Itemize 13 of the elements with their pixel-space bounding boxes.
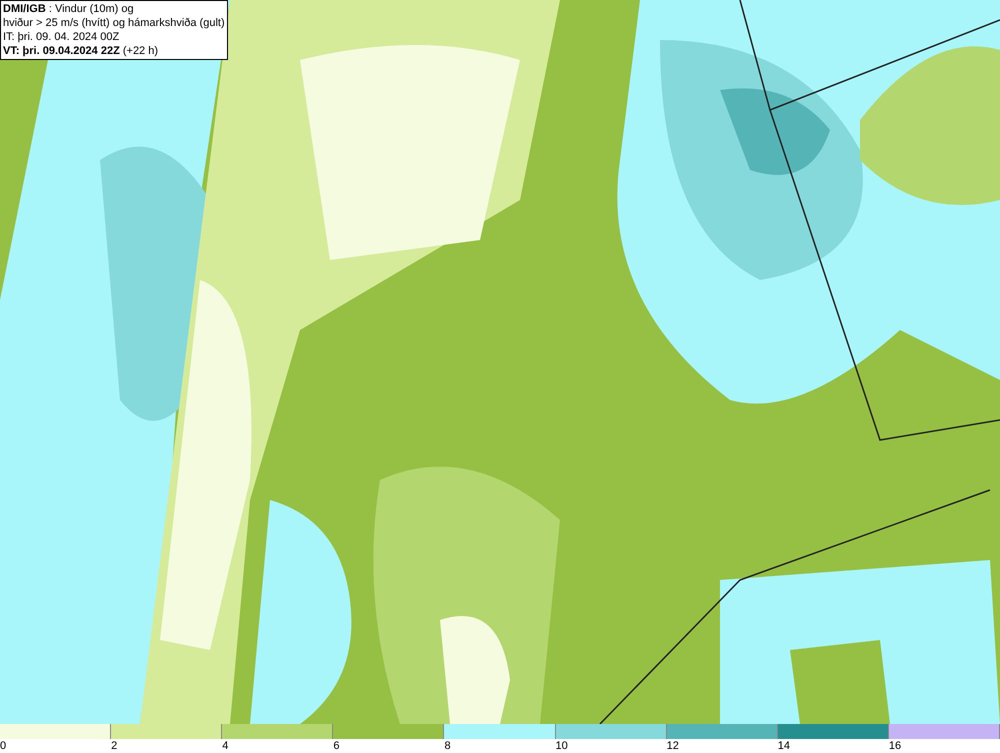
scale-label: 10 [556,739,568,753]
scale-label: 6 [333,739,340,753]
scale-label: 2 [111,739,118,753]
scale-label: 16 [888,739,902,753]
scale-label: 4 [222,739,228,753]
legend-text: hviður > 25 m/s (hvítt) og hámarkshviða (gult) [3,16,225,30]
scale-label: 0 [0,739,6,753]
scale-label: 8 [444,739,451,753]
legend-text: IT: þri. 09. 04. 2024 00Z [3,30,120,44]
scale-label: 14 [778,739,790,753]
legend-text: DMI/IGB : Vindur (10m) og [3,2,135,16]
scale-label: 12 [666,739,679,753]
legend-text: VT: þri. 09.04.2024 22Z (+22 h) [3,44,160,58]
